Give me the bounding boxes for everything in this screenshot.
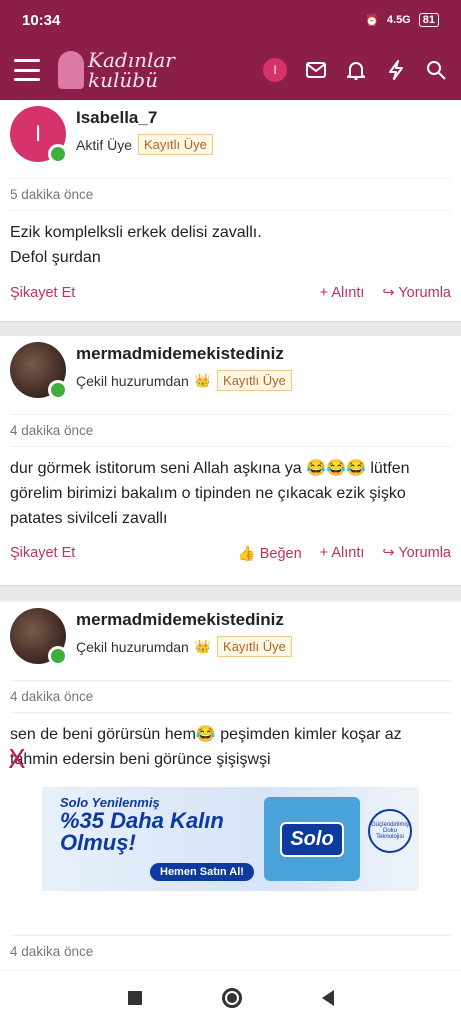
ad-offer: %35 Daha Kalın — [60, 808, 224, 833]
logo-text: Kadınlar kulübü — [88, 48, 175, 92]
post-time: 5 dakika önce — [10, 178, 451, 211]
user-avatar[interactable]: I — [263, 58, 287, 82]
report-button[interactable]: Şikayet Et — [10, 545, 75, 562]
ad-offer-end: Olmuş! — [60, 830, 136, 855]
member-badge: Kayıtlı Üye — [138, 134, 213, 155]
post-time: 4 dakika önce — [10, 414, 451, 447]
ad-cta-button[interactable]: Hemen Satın Al! — [150, 863, 254, 881]
post-card: mermadmidemekistediniz Çekil huzurumdan … — [0, 602, 461, 778]
online-status-icon — [48, 380, 68, 400]
report-button[interactable]: Şikayet Et — [10, 285, 75, 301]
avatar[interactable] — [10, 608, 68, 666]
mail-icon[interactable] — [305, 59, 327, 81]
avatar[interactable] — [10, 342, 68, 400]
post-card: mermadmidemekistediniz Çekil huzurumdan … — [0, 336, 461, 586]
home-button[interactable] — [221, 987, 242, 1008]
quote-button[interactable]: + Alıntı — [320, 285, 365, 301]
post-card: 4 dakika önce — [0, 905, 461, 975]
system-nav-bar — [0, 970, 461, 1024]
post-content: Ezik komplelksli erkek delisi zavallı. D… — [10, 224, 262, 266]
post-card: I Isabella_7 Aktif Üye Kayıtlı Üye 5 dak… — [0, 100, 461, 322]
bell-icon[interactable] — [345, 59, 367, 81]
online-status-icon — [48, 144, 68, 164]
app-header: Kadınlar kulübü I — [0, 40, 461, 100]
network-indicator: 4.5G — [386, 14, 411, 26]
like-button[interactable]: 👍 Beğen — [238, 545, 302, 562]
user-role: Aktif Üye — [76, 136, 133, 153]
member-badge: Kayıtlı Üye — [217, 636, 292, 657]
lightning-icon[interactable] — [385, 59, 407, 81]
status-icons: ⏰ 4.5G 81 — [365, 13, 439, 27]
quote-button[interactable]: + Alıntı — [320, 545, 365, 562]
site-logo[interactable]: Kadınlar kulübü — [58, 50, 175, 90]
post-content: sen de beni görürsün hem😂 peşimden kimle… — [10, 726, 402, 768]
user-role: Çekil huzurumdan — [76, 372, 189, 389]
post-divider — [0, 322, 461, 336]
back-button[interactable] — [321, 989, 334, 1006]
crown-icon: 👑 — [194, 638, 212, 654]
product-image: Solo — [264, 797, 360, 881]
username[interactable]: mermadmidemekistediniz — [76, 344, 292, 364]
brand-logo: Solo — [280, 821, 344, 857]
battery-icon: 81 — [418, 13, 439, 27]
post-time: 4 dakika önce — [10, 935, 451, 967]
username[interactable]: mermadmidemekistediniz — [76, 610, 292, 630]
menu-icon[interactable] — [14, 59, 40, 81]
ad-container: X Solo Yenilenmiş %35 Daha Kalın Olmuş! … — [0, 745, 461, 905]
reply-button[interactable]: ↪ Yorumla — [382, 545, 451, 562]
member-badge: Kayıtlı Üye — [217, 370, 292, 391]
online-status-icon — [48, 646, 68, 666]
clock: 10:34 — [22, 11, 61, 29]
post-divider — [0, 586, 461, 600]
crown-icon: 👑 — [194, 372, 212, 388]
recent-apps-button[interactable] — [127, 990, 142, 1005]
username[interactable]: Isabella_7 — [76, 108, 213, 128]
ad-close-button[interactable]: X — [8, 745, 26, 775]
user-role: Çekil huzurumdan — [76, 638, 189, 655]
ad-seal: Güçlendirilmiş Doku Teknolojisi — [368, 809, 412, 853]
avatar[interactable]: I — [10, 106, 68, 164]
search-icon[interactable] — [425, 59, 447, 81]
post-time: 4 dakika önce — [10, 680, 451, 713]
status-bar: 10:34 ⏰ 4.5G 81 — [0, 0, 461, 40]
post-content: dur görmek istitorum seni Allah aşkına y… — [10, 460, 410, 527]
alarm-icon: ⏰ — [365, 14, 379, 27]
reply-button[interactable]: ↪ Yorumla — [382, 285, 451, 301]
logo-figure-icon — [58, 51, 84, 89]
ad-banner[interactable]: Solo Yenilenmiş %35 Daha Kalın Olmuş! He… — [42, 787, 419, 891]
